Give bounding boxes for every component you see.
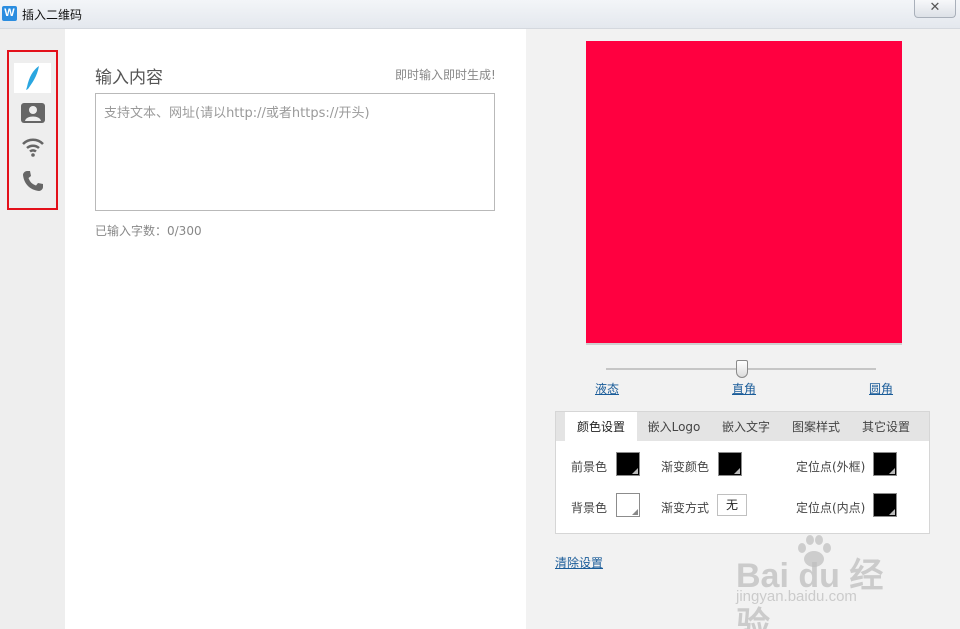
instant-generate-hint: 即时输入即时生成! [395,68,496,82]
close-button[interactable]: ✕ [914,0,956,18]
char-count: 已输入字数：0/300 [95,224,202,238]
settings-box: 颜色设置 嵌入Logo 嵌入文字 图案样式 其它设置 前景色 渐变颜色 定位点(… [555,411,930,534]
watermark-url: jingyan.baidu.com [736,588,857,605]
input-content-label: 输入内容 [95,68,163,88]
sidebar-highlight-frame [7,50,58,210]
gradient-mode-select[interactable]: 无 [717,494,747,516]
baidu-watermark: Bai du 经验 jingyan.baidu.com [734,534,914,629]
background-color-label: 背景色 [571,501,608,515]
foreground-color-swatch[interactable] [616,452,640,476]
style-slider-thumb[interactable] [736,360,748,378]
slider-label-round[interactable]: 圆角 [869,380,893,397]
tab-pattern-style[interactable]: 图案样式 [781,412,851,441]
anchor-outer-label: 定位点(外框) [796,460,866,474]
qr-preview [586,41,902,343]
anchor-inner-swatch[interactable] [873,493,897,517]
tab-embed-logo[interactable]: 嵌入Logo [639,412,709,441]
foreground-color-label: 前景色 [571,460,608,474]
settings-tabs: 颜色设置 嵌入Logo 嵌入文字 图案样式 其它设置 [556,412,929,441]
gradient-mode-label: 渐变方式 [661,501,710,515]
tab-embed-text[interactable]: 嵌入文字 [711,412,781,441]
app-logo-icon: W [2,6,17,21]
tab-color-settings[interactable]: 颜色设置 [565,412,637,441]
slider-label-liquid[interactable]: 液态 [595,380,619,397]
gradient-color-swatch[interactable] [718,452,742,476]
background-color-swatch[interactable] [616,493,640,517]
anchor-outer-swatch[interactable] [873,452,897,476]
slider-label-square[interactable]: 直角 [732,380,756,397]
title-bar: W 插入二维码 ✕ [0,0,960,29]
gradient-color-label: 渐变颜色 [661,460,710,474]
anchor-inner-label: 定位点(内点) [796,501,866,515]
clear-settings-link[interactable]: 清除设置 [555,554,603,571]
content-input[interactable] [95,93,495,211]
window-title: 插入二维码 [22,8,83,22]
tab-other-settings[interactable]: 其它设置 [851,412,921,441]
